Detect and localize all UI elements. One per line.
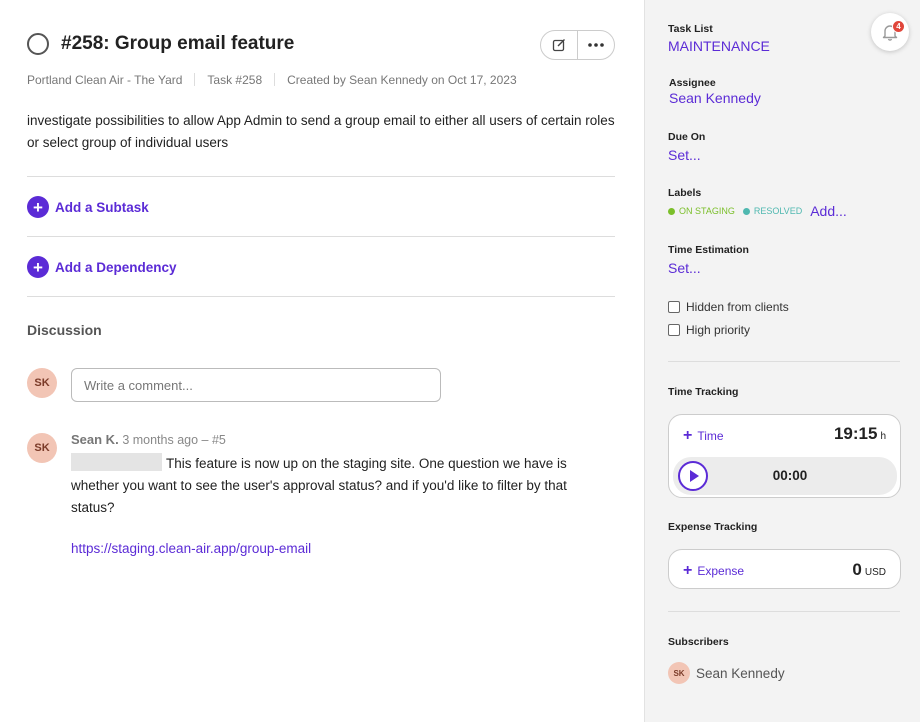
label-text: ON STAGING [679, 206, 735, 216]
expense-total: 0 USD [852, 560, 886, 580]
task-main-panel: #258: Group email feature Portland Clean… [0, 0, 644, 722]
avatar: SK [27, 433, 57, 463]
label-dot [668, 207, 675, 215]
time-total: 19:15 h [834, 424, 886, 444]
plus-icon: + [27, 196, 49, 218]
notification-count-badge: 4 [892, 20, 905, 33]
notifications-button[interactable]: 4 [871, 13, 909, 51]
due-on-value[interactable]: Set... [668, 147, 701, 163]
avatar: SK [668, 662, 690, 684]
task-list-label: Task List [668, 23, 713, 35]
time-tracking-card: + Time 19:15 h 00:00 [668, 414, 901, 498]
label-on-staging[interactable]: ON STAGING [668, 206, 735, 216]
timer-value: 00:00 [772, 468, 808, 483]
comment-link[interactable]: https://staging.clean-air.app/group-emai… [71, 541, 591, 556]
comment-input[interactable] [71, 368, 441, 402]
divider [274, 73, 276, 86]
time-unit: h [880, 431, 886, 442]
task-title-row: #258: Group email feature [27, 30, 615, 62]
comment-body: This feature is now up on the staging si… [71, 453, 591, 519]
expense-total-value: 0 [852, 560, 862, 579]
divider [27, 296, 615, 297]
time-total-value: 19:15 [833, 424, 878, 443]
task-sidebar: Task List MAINTENANCE Assignee Sean Kenn… [644, 0, 920, 722]
labels-list: ON STAGING RESOLVED Add... [668, 203, 847, 219]
comment-meta: 3 months ago – #5 [122, 433, 226, 447]
task-title: #258: Group email feature [61, 33, 295, 54]
add-time-button[interactable]: + Time [683, 427, 724, 445]
divider [668, 611, 900, 612]
task-action-buttons [540, 30, 615, 60]
task-list-value[interactable]: MAINTENANCE [668, 38, 770, 54]
checkbox[interactable] [668, 301, 680, 313]
created-info: Created by Sean Kennedy on Oct 17, 2023 [287, 73, 517, 87]
complete-task-checkbox[interactable] [27, 33, 49, 55]
label-text: RESOLVED [753, 206, 803, 216]
time-estimation-label: Time Estimation [668, 244, 749, 256]
subscriber-item[interactable]: SK Sean Kennedy [668, 662, 785, 684]
plus-icon: + [683, 562, 693, 579]
subscriber-name: Sean Kennedy [696, 665, 785, 681]
time-estimation-value[interactable]: Set... [668, 260, 701, 276]
divider [27, 176, 615, 177]
task-meta: Portland Clean Air - The Yard Task #258 … [27, 73, 517, 87]
redacted-mention [71, 453, 162, 471]
checkbox-label: Hidden from clients [686, 300, 789, 314]
time-tracking-label: Time Tracking [668, 386, 739, 398]
add-dependency-button[interactable]: + Add a Dependency [27, 256, 177, 278]
checkbox-label: High priority [686, 323, 751, 337]
comment-header: Sean K. 3 months ago – #5 [71, 432, 591, 447]
add-subtask-button[interactable]: + Add a Subtask [27, 196, 149, 218]
divider [194, 73, 196, 86]
add-expense-button[interactable]: + Expense [683, 562, 744, 580]
comment-item: Sean K. 3 months ago – #5 This feature i… [71, 432, 591, 556]
label-resolved[interactable]: RESOLVED [742, 206, 803, 216]
project-name[interactable]: Portland Clean Air - The Yard [27, 73, 182, 87]
due-on-label: Due On [668, 131, 706, 143]
task-number: Task #258 [207, 73, 263, 87]
add-dependency-label: Add a Dependency [55, 259, 177, 275]
checkbox[interactable] [668, 324, 680, 336]
expense-currency: USD [864, 567, 886, 578]
divider [668, 361, 900, 362]
high-priority-checkbox[interactable]: High priority [668, 323, 750, 337]
task-description: investigate possibilities to allow App A… [27, 113, 615, 150]
label-dot [742, 207, 750, 215]
add-expense-label: Expense [697, 564, 745, 578]
edit-button[interactable] [541, 31, 578, 59]
plus-icon: + [683, 427, 693, 444]
more-options-button[interactable] [578, 31, 614, 59]
add-time-label: Time [697, 429, 724, 443]
plus-icon: + [27, 256, 49, 278]
comment-author: Sean K. [71, 432, 119, 447]
expense-tracking-card: + Expense 0 USD [668, 549, 901, 589]
expense-tracking-label: Expense Tracking [668, 521, 758, 533]
avatar: SK [27, 368, 57, 398]
timer: 00:00 [673, 457, 897, 495]
divider [27, 236, 615, 237]
discussion-heading: Discussion [27, 322, 102, 338]
add-subtask-label: Add a Subtask [55, 199, 149, 215]
assignee-label: Assignee [669, 77, 716, 89]
assignee-value[interactable]: Sean Kennedy [669, 90, 761, 106]
hidden-from-clients-checkbox[interactable]: Hidden from clients [668, 300, 789, 314]
more-icon [588, 43, 604, 47]
edit-icon [552, 39, 565, 52]
subscribers-label: Subscribers [668, 636, 729, 648]
add-label-link[interactable]: Add... [810, 203, 847, 219]
labels-label: Labels [668, 187, 702, 199]
